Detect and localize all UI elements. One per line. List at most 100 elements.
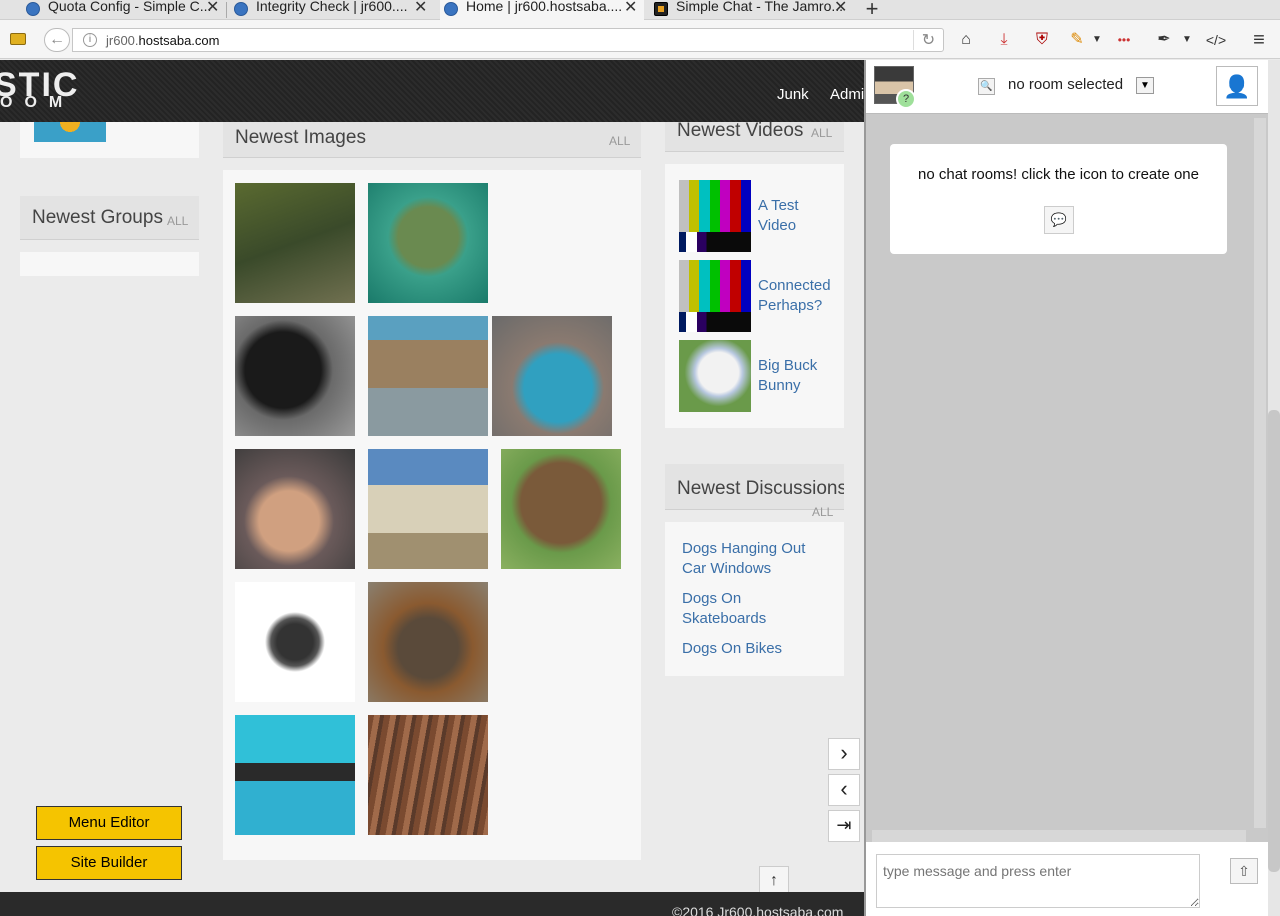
copyright-text: ©2016 Jr600.hostsaba.com — [672, 904, 844, 916]
newest-discussions-header: Newest Discussions — [665, 464, 844, 510]
newest-groups-header: Newest Groups ALL — [20, 196, 199, 240]
globe-icon — [234, 2, 248, 16]
next-page-button[interactable]: › — [828, 738, 860, 770]
image-thumb[interactable] — [235, 715, 355, 835]
image-thumb[interactable] — [368, 316, 488, 436]
profile-image[interactable] — [34, 122, 106, 142]
menu-editor-button[interactable]: Menu Editor — [36, 806, 182, 840]
discussion-link[interactable]: Dogs On Skateboards — [682, 589, 766, 629]
nav-bar: ← i jr600.hostsaba.com ↻ ⌂ ⤓ ⛨ ✎ ▼ ••• ✒… — [0, 20, 1280, 59]
chat-header: ? 🔍 no room selected ▼ 👤 — [866, 60, 1280, 114]
all-link[interactable]: ALL — [811, 126, 832, 140]
nav-admin[interactable]: Admi — [830, 86, 864, 103]
url-text[interactable]: jr600.hostsaba.com — [106, 33, 219, 48]
all-link[interactable]: ALL — [812, 505, 833, 519]
create-room-icon[interactable]: 💬 — [1044, 206, 1074, 234]
back-button[interactable]: ← — [44, 28, 70, 52]
developer-icon[interactable]: </> — [1205, 29, 1227, 51]
tab-quota-config[interactable]: Quota Config - Simple C... ✕ — [26, 0, 226, 20]
newest-discussions-body: Dogs Hanging Out Car Windows Dogs On Skate… — [665, 522, 844, 676]
chevron-down-icon[interactable]: ▼ — [1176, 29, 1198, 51]
tab-integrity-check[interactable]: Integrity Check | jr600.... ✕ — [234, 0, 434, 20]
newest-images-body — [223, 170, 641, 860]
addon-icon[interactable]: ••• — [1113, 29, 1135, 51]
image-thumb[interactable] — [492, 316, 612, 436]
chat-empty-message: no chat rooms! click the icon to create … — [890, 144, 1227, 254]
video-title-line: Bunny — [758, 377, 801, 394]
site-header: STIC OOM Junk Admi — [0, 60, 864, 122]
download-icon[interactable]: ⤓ — [993, 29, 1015, 51]
image-thumb[interactable] — [235, 183, 355, 303]
extension-icon[interactable]: ✎ — [1066, 29, 1088, 51]
all-link[interactable]: ALL — [609, 134, 630, 148]
chevron-down-icon[interactable]: ▼ — [1086, 29, 1108, 51]
discussion-title-line: Dogs Hanging Out — [682, 540, 806, 557]
close-icon[interactable]: ✕ — [206, 0, 219, 17]
image-thumb[interactable] — [235, 316, 355, 436]
window-scrollbar-thumb[interactable] — [1268, 410, 1280, 872]
video-title-line: A Test — [758, 197, 799, 214]
site-viewport: STIC OOM Junk Admi Newest Groups ALL New… — [0, 60, 864, 916]
discussion-link[interactable]: Dogs Hanging Out Car Windows — [682, 539, 805, 579]
all-link[interactable]: ALL — [167, 214, 188, 228]
last-page-button[interactable]: ⇥ — [828, 810, 860, 842]
site-builder-button[interactable]: Site Builder — [36, 846, 182, 880]
chat-scrollbar[interactable] — [1254, 118, 1266, 828]
profile-panel — [20, 122, 199, 158]
chevron-down-icon[interactable]: ▼ — [1136, 77, 1154, 94]
image-thumb[interactable] — [368, 183, 488, 303]
video-link[interactable]: A Test Video — [758, 196, 799, 236]
image-thumb[interactable] — [501, 449, 621, 569]
image-thumb[interactable] — [368, 449, 488, 569]
section-title: Newest Groups — [32, 207, 163, 228]
video-link[interactable]: Big Buck Bunny — [758, 356, 817, 396]
image-thumb[interactable] — [368, 582, 488, 702]
hamburger-menu-icon[interactable]: ≡ — [1248, 29, 1270, 51]
chat-input-area: ⇧ — [866, 842, 1280, 916]
newest-videos-header: Newest Videos ALL — [665, 120, 844, 152]
discussion-title-line: Skateboards — [682, 610, 767, 627]
newest-images-header: Newest Images ALL — [223, 122, 641, 158]
url-bar[interactable]: i jr600.hostsaba.com ↻ — [72, 28, 944, 52]
video-thumb[interactable] — [679, 260, 751, 332]
tab-simple-chat[interactable]: Simple Chat - The Jamro... ✕ — [654, 0, 854, 20]
section-title: Newest Discussions — [677, 478, 844, 499]
shield-icon[interactable]: ⛨ — [1031, 29, 1053, 51]
tab-divider — [226, 2, 227, 18]
discussion-title-line: Dogs On — [682, 590, 742, 607]
eyedropper-icon[interactable]: ✒ — [1153, 29, 1175, 51]
chat-horizontal-scrollbar[interactable] — [872, 830, 1246, 842]
close-icon[interactable]: ✕ — [834, 0, 847, 17]
globe-icon — [26, 2, 40, 16]
new-tab-icon[interactable]: + — [862, 0, 882, 22]
empty-message-text: no chat rooms! click the icon to create … — [918, 166, 1199, 183]
nav-junk[interactable]: Junk — [777, 86, 809, 103]
status-badge[interactable]: ? — [896, 89, 916, 109]
search-icon[interactable]: 🔍 — [978, 78, 995, 95]
home-icon[interactable]: ⌂ — [955, 29, 977, 51]
prev-page-button[interactable]: ‹ — [828, 774, 860, 806]
image-thumb[interactable] — [368, 715, 488, 835]
user-profile-button[interactable]: 👤 — [1216, 66, 1258, 106]
video-title-line: Big Buck — [758, 357, 818, 374]
bookmarks-icon[interactable] — [10, 33, 26, 45]
info-icon[interactable]: i — [83, 33, 97, 47]
image-thumb[interactable] — [235, 449, 355, 569]
video-title-line: Video — [758, 217, 797, 234]
discussion-link[interactable]: Dogs On Bikes — [682, 639, 782, 659]
url-domain: hostsaba.com — [138, 33, 220, 48]
tab-home[interactable]: Home | jr600.hostsaba.... ✕ — [440, 0, 644, 20]
site-footer: ©2016 Jr600.hostsaba.com — [0, 892, 864, 916]
chat-message-input[interactable] — [876, 854, 1200, 908]
site-logo-sub: OOM — [0, 94, 75, 111]
image-thumb[interactable] — [235, 582, 355, 702]
video-link[interactable]: Connected Perhaps? — [758, 276, 831, 316]
newest-videos-body: A Test Video Connected Perhaps? Big Buck Bu… — [665, 164, 844, 428]
video-thumb[interactable] — [679, 340, 751, 412]
send-icon[interactable]: ⇧ — [1230, 858, 1258, 884]
jamroom-icon — [654, 2, 668, 16]
reload-icon[interactable]: ↻ — [913, 30, 943, 50]
close-icon[interactable]: ✕ — [414, 0, 427, 17]
close-icon[interactable]: ✕ — [624, 0, 637, 17]
video-thumb[interactable] — [679, 180, 751, 252]
